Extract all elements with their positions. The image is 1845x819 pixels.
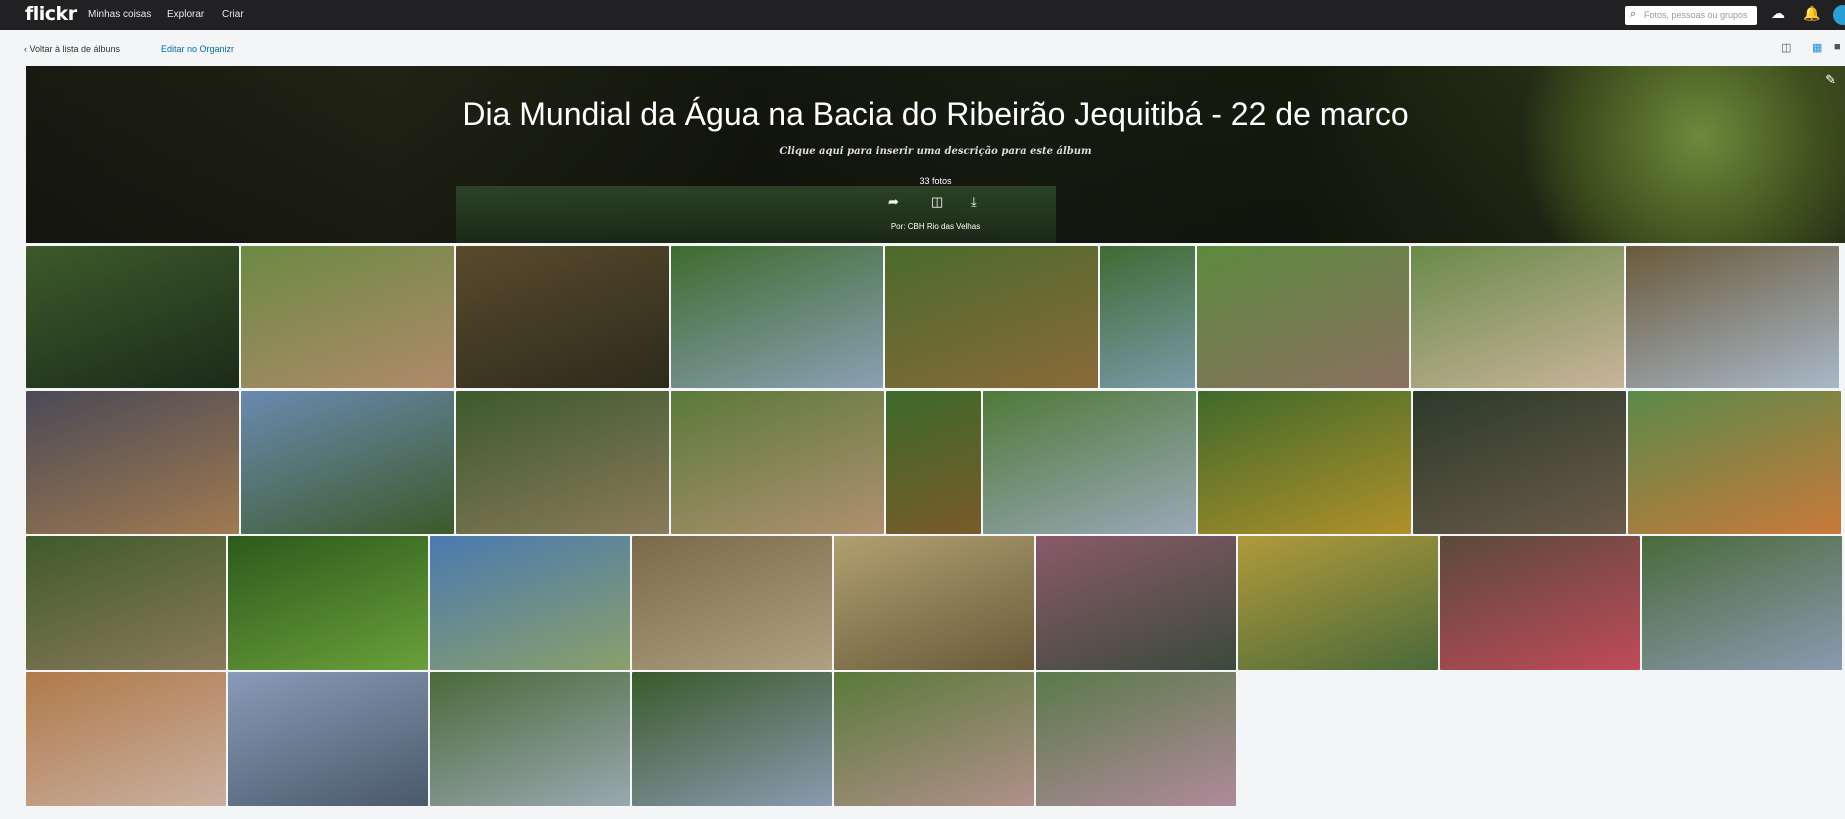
photo-thumbnail-man-glasses[interactable]	[834, 536, 1034, 670]
photo-thumbnail-muddy-river[interactable]	[885, 246, 1098, 388]
photo-thumbnail-stone-bridge[interactable]	[456, 391, 669, 534]
photo-thumbnail-brochure-table[interactable]	[1440, 536, 1640, 670]
photo-thumbnail-kneeling-bucket[interactable]	[1626, 246, 1839, 388]
search-placeholder: Fotos, pessoas ou grupos	[1644, 10, 1748, 20]
photo-thumbnail-butterfly[interactable]	[228, 536, 428, 670]
photo-thumbnail-orange-river[interactable]	[1628, 391, 1841, 534]
photo-thumbnail-yellow-fence[interactable]	[1198, 391, 1411, 534]
photo-thumbnail-group-photo[interactable]	[834, 672, 1034, 806]
back-to-albums-link[interactable]: ‹ Voltar à lista de álbuns	[24, 44, 120, 54]
top-navigation-bar: flickr Minhas coisas Explorar Criar ⌕ Fo…	[0, 0, 1845, 30]
nav-criar[interactable]: Criar	[222, 9, 244, 20]
photo-thumbnail-group-field[interactable]	[1411, 246, 1624, 388]
album-description[interactable]: Clique aqui para inserir uma descrição p…	[26, 146, 1845, 157]
pencil-icon[interactable]: ✎	[1825, 72, 1836, 88]
photo-thumbnail-tables-shade[interactable]	[430, 672, 630, 806]
cloud-upload-icon[interactable]: ☁	[1771, 5, 1785, 22]
photo-thumbnail-man-standing[interactable]	[632, 672, 832, 806]
album-title[interactable]: Dia Mundial da Água na Bacia do Ribeirão…	[26, 96, 1845, 133]
photo-thumbnail-river-bridge[interactable]	[26, 246, 239, 388]
photo-thumbnail-accordion[interactable]	[1413, 391, 1626, 534]
photo-thumbnail-women-reading[interactable]	[1036, 536, 1236, 670]
photo-thumbnail-man-speaking[interactable]	[671, 246, 883, 388]
photo-thumbnail-bottle-sample[interactable]	[26, 391, 239, 534]
photo-thumbnail-yellow-chairs[interactable]	[1238, 536, 1438, 670]
photo-thumbnail-palm-lake[interactable]	[430, 536, 630, 670]
photo-thumbnail-dirt-path[interactable]	[671, 391, 884, 534]
photo-thumbnail-river-trees[interactable]	[886, 391, 981, 534]
photo-count: 33 fotos	[919, 176, 952, 186]
avatar[interactable]	[1833, 5, 1845, 25]
album-cover: Dia Mundial da Água na Bacia do Ribeirão…	[26, 66, 1845, 243]
photo-thumbnail-man-brochure[interactable]	[1642, 536, 1842, 670]
bell-icon[interactable]: 🔔	[1803, 5, 1820, 22]
cover-river	[456, 186, 1056, 243]
album-subbar: ‹ Voltar à lista de álbuns Editar no Org…	[0, 30, 1845, 66]
flickr-logo[interactable]: flickr	[25, 3, 77, 25]
edit-in-organizr-link[interactable]: Editar no Organizr	[161, 44, 234, 54]
grid-icon[interactable]: ▦	[1812, 41, 1822, 54]
list-view-icon[interactable]: ■	[1834, 41, 1841, 53]
photo-thumbnail-stream-rocks[interactable]	[456, 246, 669, 388]
share-icon[interactable]: ➦	[888, 194, 899, 210]
photo-thumbnail-brochures-hands[interactable]	[228, 672, 428, 806]
nav-minhas-coisas[interactable]: Minhas coisas	[88, 9, 151, 20]
photo-thumbnail-three-women[interactable]	[1036, 672, 1236, 806]
album-owner[interactable]: Por: CBH Rio das Velhas	[26, 222, 1845, 231]
photo-thumbnail-small-bridge[interactable]	[1100, 246, 1195, 388]
photo-thumbnail-fence-group[interactable]	[983, 391, 1196, 534]
search-icon: ⌕	[1630, 8, 1637, 20]
book-icon[interactable]: ◫	[931, 194, 943, 210]
nav-explorar[interactable]: Explorar	[167, 9, 204, 20]
photo-thumbnail-two-men-talk[interactable]	[241, 391, 454, 534]
photo-thumbnail-forest-group[interactable]	[26, 536, 226, 670]
slideshow-icon[interactable]: ◫	[1781, 41, 1791, 54]
photo-thumbnail-man-sample[interactable]	[1197, 246, 1409, 388]
photo-thumbnail-circle-seated[interactable]	[632, 536, 832, 670]
photo-thumbnail-group-walk[interactable]	[241, 246, 454, 388]
photo-thumbnail-woman-brochure[interactable]	[26, 672, 226, 806]
search-input[interactable]: ⌕ Fotos, pessoas ou grupos	[1625, 6, 1757, 25]
download-icon[interactable]: ⤓	[971, 194, 977, 210]
